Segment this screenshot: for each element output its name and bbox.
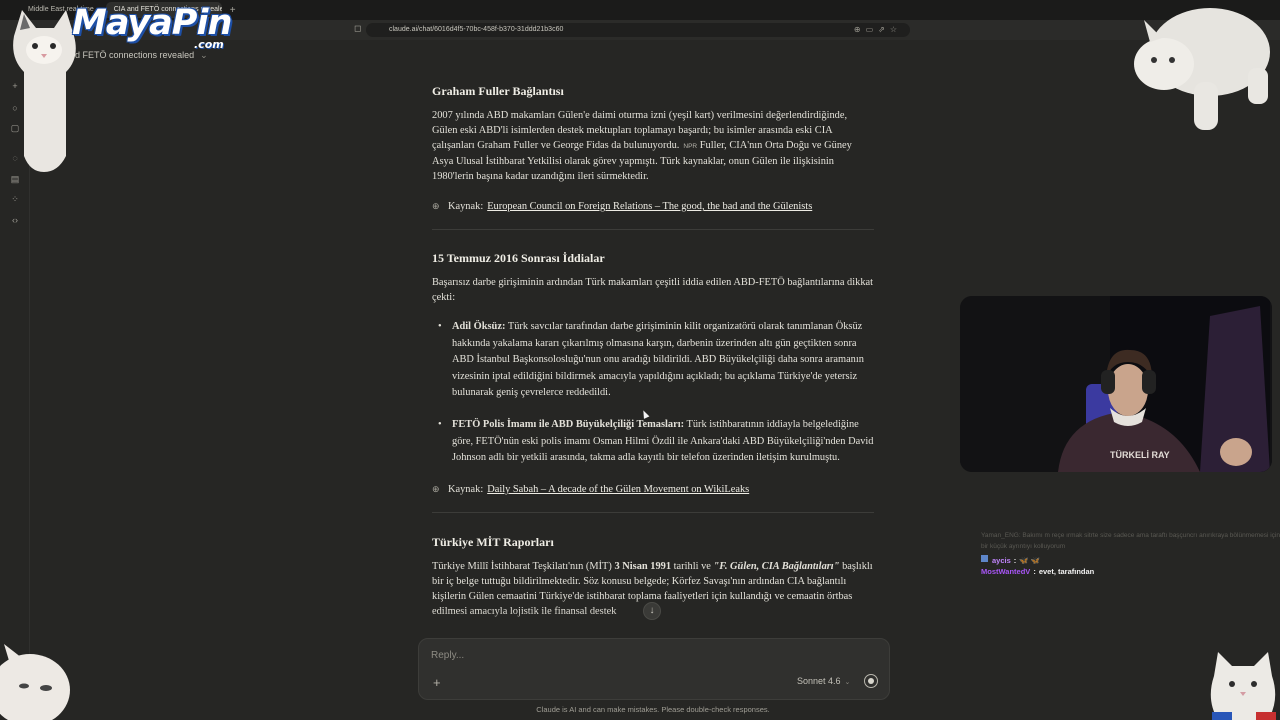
mit-text: tarihli ve [671,560,714,572]
source-line: ⊕ Kaynak: Daily Sabah – A decade of the … [432,482,874,497]
badge-icon [981,555,988,562]
model-selector[interactable]: Sonnet 4.6 ⌄ [797,676,850,686]
reply-input[interactable]: Reply... [431,650,464,661]
projects-icon[interactable]: ▤ [9,173,21,185]
chevron-down-icon: ⌄ [200,50,208,60]
source-label: Kaynak: [448,201,484,212]
mit-date: 3 Nisan 1991 [614,560,672,572]
source-link-ecfr[interactable]: European Council on Foreign Relations – … [487,199,812,214]
source-link-daily-sabah[interactable]: Daily Sabah – A decade of the Gülen Move… [487,482,749,497]
voice-mode-icon[interactable] [864,674,878,688]
section-heading-july15: 15 Temmuz 2016 Sonrası İddialar [432,251,605,265]
fuller-paragraph: 2007 yılında ABD makamları Gülen'e daimi… [432,108,874,184]
bullet-title: Adil Öksüz: [452,321,506,332]
chat-username: MostWantedV [981,567,1031,576]
july15-intro: Başarısız darbe girişiminin ardından Tür… [432,277,874,303]
address-bar-actions[interactable]: ⊕▭⇗☆ [854,23,902,37]
address-bar[interactable]: claude.ai/chat/6016d4f5-70bc-458f-b370-3… [366,23,910,37]
citation-badge-npr[interactable]: NPR [683,143,697,150]
mit-text: Türkiye Millî İstihbarat Teşkilatı'nın (… [432,560,615,572]
reply-composer[interactable]: Reply... + Sonnet 4.6 ⌄ [418,638,890,700]
mit-doc-title: "F. Gülen, CIA Bağlantıları" [713,560,840,572]
bullet-text: Türk savcılar tarafından darbe girişimin… [452,321,864,399]
section-heading-mit: Türkiye MİT Raporları [432,534,554,549]
assistant-message: Graham Fuller Bağlantısı 2007 yılında AB… [432,84,874,619]
screen: Middle East real-time CIA and FETÖ conne… [0,0,1280,720]
link-icon: ⊕ [432,483,440,494]
chat-message: aycis: 🦋 🦋 [981,555,1280,566]
add-attachment-button[interactable]: + [433,675,441,690]
artifacts-icon[interactable]: ⁘ [9,193,21,205]
model-name: Sonnet 4.6 [797,676,841,686]
webcam-overlay: TÜRKELİ RAY [960,296,1272,472]
chat-message-faded: Yaman_ENG: Bakımı m reçe ırmak sitrte si… [981,532,1280,550]
chevron-down-icon: ⌄ [844,679,851,686]
chat-username: aycis [992,556,1011,565]
chat-text: evet, tarafından [1038,567,1095,576]
bookmark-icon[interactable]: ◻ [354,23,361,34]
url-text: claude.ai/chat/6016d4f5-70bc-458f-b370-3… [389,26,564,33]
code-icon[interactable]: ‹› [9,214,21,226]
list-item: FETÖ Polis İmamı ile ABD Büyükelçiliği T… [438,417,874,467]
stream-chat: Yaman_ENG: Bakımı m reçe ırmak sitrte si… [981,530,1280,577]
source-line: ⊕ Kaynak: European Council on Foreign Re… [432,199,874,214]
cat-sticker-top-left [13,10,76,172]
bullet-title: FETÖ Polis İmamı ile ABD Büyükelçiliği T… [452,418,685,430]
chat-text: 🦋 🦋 [1019,556,1041,565]
disclaimer: Claude is AI and can make mistakes. Plea… [536,705,770,714]
svg-text:TÜRKELİ RAY: TÜRKELİ RAY [1110,450,1170,460]
chat-message: MostWantedV: evet, tarafından [981,567,1095,576]
cat-sticker-top-right [1134,8,1270,130]
scroll-down-button[interactable]: ↓ [643,602,661,620]
divider [432,229,874,230]
divider [432,511,874,513]
source-label: Kaynak: [448,483,484,495]
mayapin-logo-suffix: .com [194,38,224,51]
list-item: Adil Öksüz: Türk savcılar tarafından dar… [438,319,874,402]
allegations-list: Adil Öksüz: Türk savcılar tarafından dar… [432,319,874,467]
link-icon: ⊕ [432,201,440,211]
section-heading-fuller: Graham Fuller Bağlantısı [432,84,564,98]
